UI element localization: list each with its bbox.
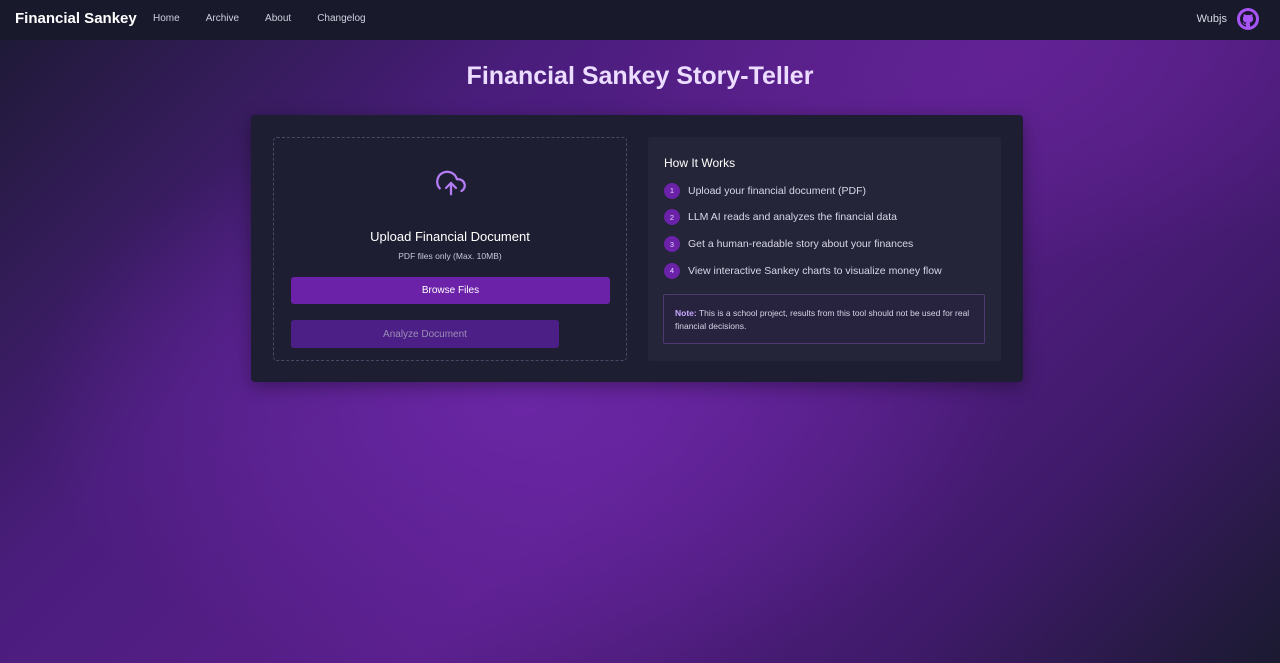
brand-logo[interactable]: Financial Sankey (15, 10, 137, 27)
step-number-badge: 1 (664, 182, 680, 199)
disclaimer-note: Note: This is a school project, results … (663, 294, 985, 344)
nav-links: Home Archive About Changelog (153, 13, 392, 24)
upload-dropzone[interactable]: Upload Financial Document PDF files only… (273, 137, 627, 361)
upload-subtitle: PDF files only (Max. 10MB) (398, 251, 502, 261)
analyze-document-button[interactable]: Analyze Document (291, 320, 559, 348)
step-number-badge: 4 (664, 262, 680, 279)
step-text: LLM AI reads and analyzes the financial … (688, 211, 897, 224)
upload-title: Upload Financial Document (370, 229, 530, 244)
page-title: Financial Sankey Story-Teller (466, 62, 814, 90)
step-number-badge: 3 (664, 236, 680, 253)
github-icon[interactable] (1237, 8, 1259, 30)
main-card: Upload Financial Document PDF files only… (251, 115, 1023, 382)
nav-link-archive[interactable]: Archive (206, 13, 239, 24)
step-text: Get a human-readable story about your fi… (688, 238, 914, 251)
step-text: View interactive Sankey charts to visual… (688, 264, 942, 277)
cloud-upload-icon (436, 168, 466, 198)
steps-list: 1 Upload your financial document (PDF) 2… (664, 182, 942, 289)
step-item: 2 LLM AI reads and analyzes the financia… (664, 209, 942, 226)
note-label: Note: (675, 308, 697, 318)
step-item: 3 Get a human-readable story about your … (664, 236, 942, 253)
step-item: 4 View interactive Sankey charts to visu… (664, 262, 942, 279)
how-it-works-title: How It Works (664, 156, 736, 170)
how-it-works-panel: How It Works 1 Upload your financial doc… (648, 137, 1001, 361)
top-navbar: Financial Sankey Home Archive About Chan… (0, 0, 1280, 40)
nav-link-home[interactable]: Home (153, 13, 180, 24)
step-text: Upload your financial document (PDF) (688, 184, 866, 197)
nav-link-about[interactable]: About (265, 13, 291, 24)
note-text: This is a school project, results from t… (675, 308, 970, 331)
browse-files-button[interactable]: Browse Files (291, 277, 610, 304)
step-number-badge: 2 (664, 209, 680, 226)
username[interactable]: Wubjs (1197, 13, 1227, 25)
step-item: 1 Upload your financial document (PDF) (664, 182, 942, 199)
nav-link-changelog[interactable]: Changelog (317, 13, 365, 24)
